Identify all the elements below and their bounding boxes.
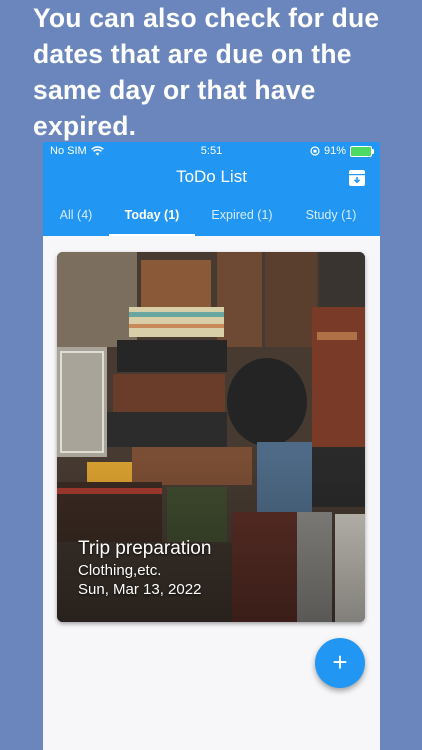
add-task-button[interactable]: + [315, 638, 365, 688]
archive-icon [349, 170, 365, 186]
app-title: ToDo List [176, 167, 247, 186]
task-subtitle: Clothing,etc. [78, 562, 162, 579]
card-text-group: Trip preparation Clothing,etc. Sun, Mar … [78, 537, 211, 600]
task-card[interactable]: Trip preparation Clothing,etc. Sun, Mar … [57, 252, 365, 622]
app-bar: No SIM 5:51 91% ToDo List All (4) Today … [43, 142, 380, 236]
promo-caption: You can also check for due dates that ar… [33, 3, 380, 141]
status-right: 91% [310, 145, 374, 157]
tab-indicator [109, 234, 195, 236]
tab-all[interactable]: All (4) [47, 200, 105, 236]
task-title: Trip preparation [78, 538, 212, 559]
orientation-lock-icon [310, 146, 320, 156]
battery-percent: 91% [323, 145, 346, 157]
battery-icon [350, 145, 374, 157]
tab-study[interactable]: Study (1) [291, 200, 371, 236]
archive-button[interactable] [346, 167, 368, 189]
phone-screen: No SIM 5:51 91% ToDo List All (4) Today … [43, 142, 380, 750]
tab-expired[interactable]: Expired (1) [199, 200, 285, 236]
tab-today[interactable]: Today (1) [109, 200, 195, 236]
status-bar: No SIM 5:51 91% [43, 142, 380, 162]
task-due-date: Sun, Mar 13, 2022 [78, 581, 202, 598]
tab-bar: All (4) Today (1) Expired (1) Study (1) [43, 200, 380, 236]
